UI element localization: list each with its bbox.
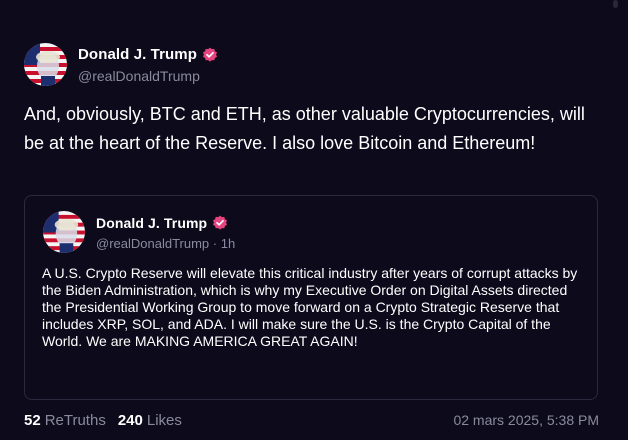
retruths-stat[interactable]: 52 ReTruths [24,412,106,429]
post-timestamp[interactable]: 02 mars 2025, 5:38 PM [453,412,599,428]
avatar[interactable] [24,42,67,86]
quoted-author-name[interactable]: Donald J. Trump [96,215,207,231]
likes-stat[interactable]: 240 Likes [118,412,182,429]
quoted-post-author[interactable]: Donald J. Trump @realDonaldTrump · 1h [43,210,235,254]
quoted-post-text: A U.S. Crypto Reserve will elevate this … [42,265,578,349]
post-author[interactable]: Donald J. Trump @realDonaldTrump [24,40,604,88]
scrollbar[interactable] [613,0,618,8]
verified-badge-icon [202,47,218,63]
verified-badge-icon [212,215,228,231]
post-text: And, obviously, BTC and ETH, as other va… [24,104,585,153]
likes-label: Likes [146,411,182,429]
quoted-avatar-image [43,211,85,253]
handle-separator: · [209,236,221,251]
author-name[interactable]: Donald J. Trump [78,46,197,63]
quoted-author-handle[interactable]: @realDonaldTrump [96,236,209,251]
quoted-post[interactable]: Donald J. Trump @realDonaldTrump · 1h A … [24,195,598,400]
post-footer: 52 ReTruths 240 Likes 02 mars 2025, 5:38 P… [24,409,599,431]
retruths-label: ReTruths [44,411,106,429]
quoted-avatar[interactable] [43,211,85,253]
quoted-post-age[interactable]: 1h [221,236,235,251]
avatar-image [24,42,67,86]
author-handle[interactable]: @realDonaldTrump [78,68,218,84]
quoted-author-handle-line: @realDonaldTrump · 1h [96,236,235,251]
likes-count: 240 [117,411,143,429]
truth-post: Donald J. Trump @realDonaldTrump And, ob… [24,40,604,158]
retruths-count: 52 [24,411,41,429]
